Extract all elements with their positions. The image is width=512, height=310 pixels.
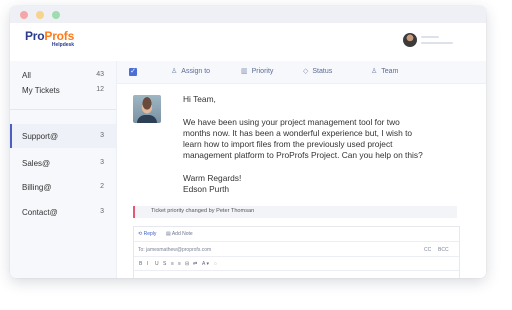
sidebar-divider	[10, 109, 116, 110]
team-icon: ♙	[371, 68, 378, 75]
message-body-line: management platform to ProProfs Project.…	[183, 150, 423, 160]
team-label: Team	[381, 68, 399, 75]
sidebar-item-support[interactable]: Support@ 3	[10, 124, 116, 148]
sidebar-item-count: 12	[96, 86, 104, 93]
user-email-placeholder	[421, 42, 453, 44]
sidebar-item-label: Billing@	[22, 183, 52, 192]
strikethrough-button[interactable]: S	[163, 261, 166, 267]
sidebar-item-sales[interactable]: Sales@ 3	[10, 151, 116, 175]
sidebar-item-count: 43	[96, 71, 104, 78]
assign-to-button[interactable]: ♙ Assign to	[171, 67, 210, 75]
underline-button[interactable]: U	[155, 261, 159, 267]
ticket-view: ✓ ♙ Assign to ▥ Priority ◇ Status ♙ Team Hi …	[117, 61, 486, 278]
team-button[interactable]: ♙ Team	[371, 67, 398, 75]
select-ticket-checkbox[interactable]: ✓	[129, 68, 137, 76]
message-body-line: months now. It has been a wonderful expe…	[183, 128, 413, 138]
app-header: ProProfs Helpdesk	[10, 23, 486, 62]
sidebar-item-label: All	[22, 71, 31, 80]
align-center-icon[interactable]: ≡	[178, 261, 181, 267]
app-window: ProProfs Helpdesk All 43 My Tickets 12 S…	[10, 6, 486, 278]
priority-label: Priority	[251, 68, 274, 75]
activity-note-text: Ticket priority changed by Peter Thomsan	[151, 208, 255, 214]
message-greeting: Hi Team,	[183, 94, 216, 104]
sidebar-item-count: 2	[100, 183, 104, 190]
proprofs-logo[interactable]: ProProfs Helpdesk	[25, 29, 74, 48]
maximize-window-dot[interactable]	[52, 11, 60, 19]
message-body-line: We have been using your project manageme…	[183, 117, 400, 127]
bcc-button[interactable]: BCC	[438, 247, 449, 253]
indent-icon[interactable]: ⇄	[193, 261, 197, 267]
align-left-icon[interactable]: ≡	[171, 261, 174, 267]
sidebar: All 43 My Tickets 12 Support@ 3 Sales@ 3…	[10, 61, 117, 278]
sidebar-item-label: My Tickets	[22, 86, 60, 95]
activity-note: Ticket priority changed by Peter Thomsan	[133, 206, 457, 218]
emoji-icon[interactable]: ◌	[214, 261, 217, 267]
user-name-placeholder	[421, 36, 439, 38]
sidebar-item-billing[interactable]: Billing@ 2	[10, 175, 116, 199]
to-field[interactable]: To: jamesmathew@proprofs.com	[138, 247, 211, 253]
italic-button[interactable]: I	[147, 261, 148, 267]
ticket-toolbar: ✓ ♙ Assign to ▥ Priority ◇ Status ♙ Team	[117, 61, 486, 84]
tab-add-note-label: Add Note	[171, 231, 193, 237]
message-sender: Edson Purth	[183, 184, 230, 194]
sidebar-item-my-tickets[interactable]: My Tickets 12	[10, 82, 116, 98]
reply-divider	[134, 256, 459, 257]
font-color-button[interactable]: A ▾	[202, 261, 209, 267]
tab-reply[interactable]: ⟲ Reply	[138, 231, 156, 237]
reply-editor[interactable]: ⟲ Reply ▤ Add Note To: jamesmathew@propr…	[133, 226, 460, 278]
sidebar-item-count: 3	[100, 208, 104, 215]
logo-pro: Pro	[25, 29, 45, 43]
avatar-shoulders	[137, 115, 157, 123]
minimize-window-dot[interactable]	[36, 11, 44, 19]
close-window-dot[interactable]	[20, 11, 28, 19]
sidebar-item-contact[interactable]: Contact@ 3	[10, 200, 116, 224]
tab-add-note[interactable]: ▤ Add Note	[166, 231, 193, 237]
message-body-line: learn how to import files from the previ…	[183, 139, 393, 149]
user-avatar[interactable]	[403, 33, 417, 47]
user-icon: ♙	[171, 68, 178, 75]
priority-button[interactable]: ▥ Priority	[241, 67, 273, 75]
reply-divider	[134, 270, 459, 271]
sidebar-item-count: 3	[100, 132, 104, 139]
sidebar-item-count: 3	[100, 159, 104, 166]
message-sign-off: Warm Regards!	[183, 173, 242, 183]
sidebar-item-label: Sales@	[22, 159, 51, 168]
tab-reply-label: Reply	[143, 231, 157, 237]
cc-button[interactable]: CC	[424, 247, 431, 253]
list-icon[interactable]: ⊟	[185, 261, 189, 267]
status-button[interactable]: ◇ Status	[303, 67, 332, 75]
status-label: Status	[312, 68, 333, 75]
reply-divider	[134, 241, 459, 242]
logo-profs: Profs	[44, 29, 75, 43]
bold-button[interactable]: B	[139, 261, 142, 267]
sidebar-item-label: Support@	[22, 132, 59, 141]
window-titlebar	[10, 6, 486, 24]
assign-to-label: Assign to	[181, 68, 211, 75]
bar-chart-icon: ▥	[241, 68, 248, 75]
sender-avatar	[133, 95, 161, 123]
tag-icon: ◇	[303, 68, 309, 75]
sidebar-item-label: Contact@	[22, 208, 58, 217]
sidebar-item-all[interactable]: All 43	[10, 67, 116, 83]
